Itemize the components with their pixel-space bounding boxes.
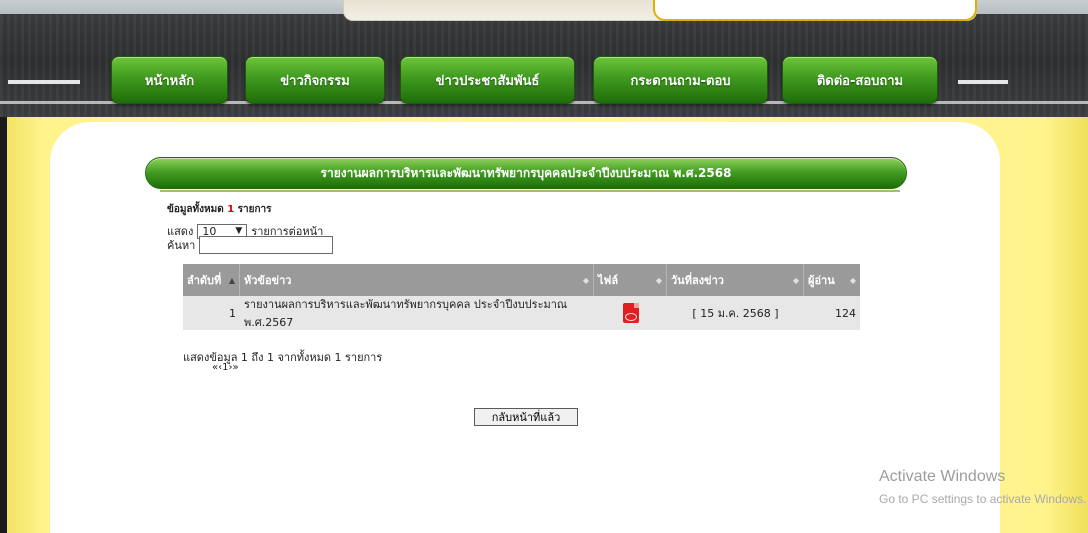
lane-line-right [958, 80, 1008, 84]
col-header-date-label: วันที่ลงข่าว [671, 274, 724, 287]
col-header-title[interactable]: หัวข้อข่าว ◆ [240, 264, 594, 296]
col-header-no[interactable]: ลำดับที่ ▲ [183, 264, 240, 296]
news-table: ลำดับที่ ▲ หัวข้อข่าว ◆ ไฟล์ ◆ วันที่ลงข… [183, 264, 860, 330]
search-control: ค้นหา [167, 236, 334, 254]
window-left-edge [0, 117, 7, 533]
nav-contact-button[interactable]: ติดต่อ-สอบถาม [782, 56, 938, 104]
search-input[interactable] [199, 236, 334, 254]
row-date: [ 15 ม.ค. 2568 ] [692, 307, 779, 320]
col-header-file-label: ไฟล์ [598, 274, 619, 287]
table-header: ลำดับที่ ▲ หัวข้อข่าว ◆ ไฟล์ ◆ วันที่ลงข… [183, 264, 860, 296]
row-title-link[interactable]: รายงานผลการบริหารและพัฒนาทรัพยากรบุคคล ป… [240, 296, 594, 330]
sort-icon: ◆ [849, 275, 856, 285]
search-label: ค้นหา [167, 239, 196, 252]
row-file-cell [594, 296, 667, 330]
sort-asc-icon: ▲ [228, 275, 235, 285]
chevron-down-icon: ▼ [235, 226, 243, 236]
col-header-views-label: ผู้อ่าน [808, 274, 835, 287]
title-divider [160, 190, 900, 192]
col-header-views[interactable]: ผู้อ่าน ◆ [804, 264, 860, 296]
sort-icon: ◆ [792, 275, 799, 285]
nav-qa-board-button[interactable]: กระดานถาม-ตอบ [593, 56, 768, 104]
nav-announcements-button[interactable]: ข่าวประชาสัมพันธ์ [400, 56, 575, 104]
sort-icon: ◆ [582, 275, 589, 285]
record-count-suffix: รายการ [237, 204, 272, 215]
record-count: ข้อมูลทั้งหมด 1 รายการ [167, 202, 272, 217]
activate-windows-subtitle: Go to PC settings to activate Windows. [879, 492, 1087, 506]
col-header-no-label: ลำดับที่ [187, 274, 222, 287]
col-header-file[interactable]: ไฟล์ ◆ [594, 264, 667, 296]
row-views: 124 [835, 306, 856, 320]
col-header-title-label: หัวข้อข่าว [244, 274, 292, 287]
record-count-prefix: ข้อมูลทั้งหมด [167, 204, 224, 215]
pdf-icon[interactable] [622, 303, 639, 323]
pagination[interactable]: «‹1›» [212, 362, 239, 373]
sort-icon: ◆ [655, 275, 662, 285]
page-frame: หน้าหลัก ข่าวกิจกรรม ข่าวประชาสัมพันธ์ ก… [0, 0, 1088, 533]
back-button[interactable]: กลับหน้าที่แล้ว [474, 408, 578, 426]
nav-home-button[interactable]: หน้าหลัก [111, 56, 228, 104]
table-row: 1 รายงานผลการบริหารและพัฒนาทรัพยากรบุคคล… [183, 296, 860, 330]
banner-card [653, 0, 977, 21]
activate-windows-title: Activate Windows [879, 468, 1006, 485]
nav-activities-button[interactable]: ข่าวกิจกรรม [245, 56, 385, 104]
page-title: รายงานผลการบริหารและพัฒนาทรัพยากรบุคคลปร… [145, 157, 907, 189]
col-header-date[interactable]: วันที่ลงข่าว ◆ [667, 264, 804, 296]
row-no: 1 [229, 306, 236, 320]
record-count-value: 1 [227, 204, 235, 215]
lane-line-left [8, 80, 80, 84]
